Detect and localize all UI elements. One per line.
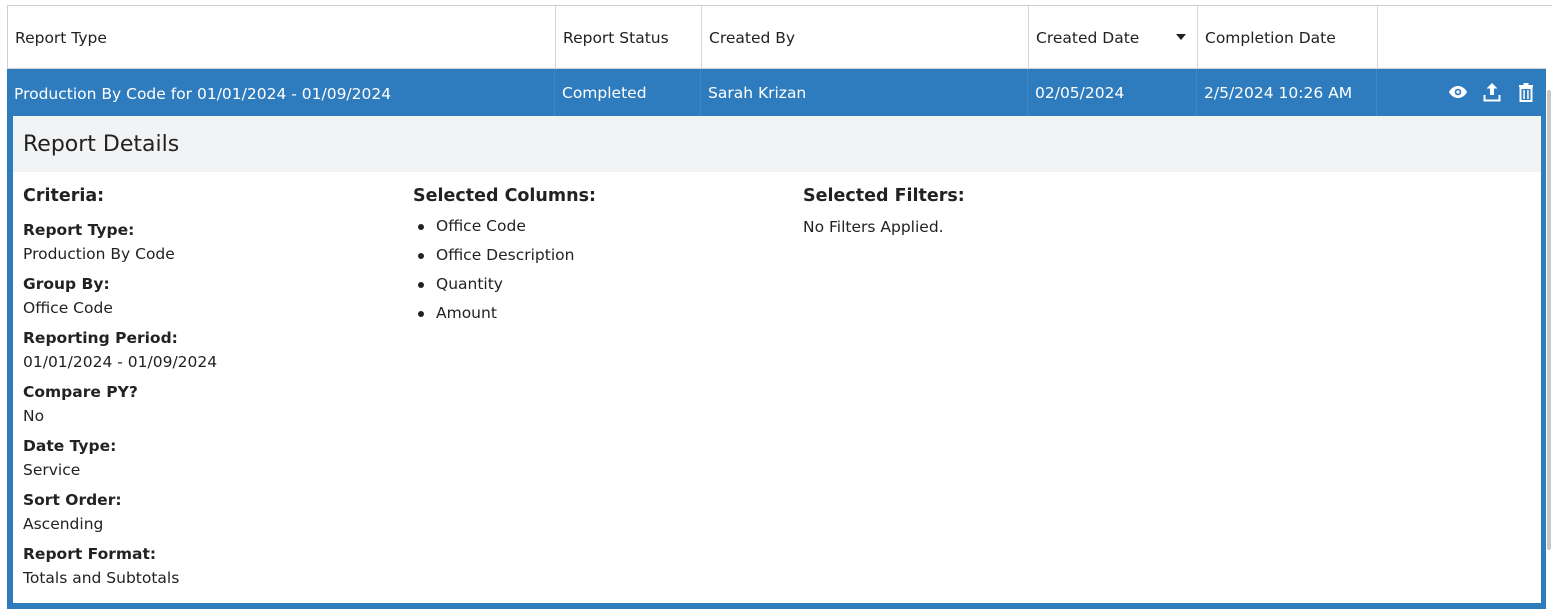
cell-text: 2/5/2024 10:26 AM [1204,83,1353,102]
cell-text: Completed [562,83,647,102]
criteria-label: Compare PY? [23,383,138,401]
cell-created-by: Sarah Krizan [701,69,1028,116]
selected-filters-title: Selected Filters: [803,186,965,206]
grid-header: Report Type Report Status Created By Cre… [7,5,1552,69]
view-button[interactable] [1447,81,1469,103]
criteria-label: Group By: [23,275,110,293]
criteria-section: Criteria: Report Type: Production By Cod… [23,186,217,596]
criteria-value: Production By Code [23,245,175,263]
column-header-label: Report Type [15,28,107,47]
column-header-created-date[interactable]: Created Date [1029,6,1198,69]
column-header-label: Created Date [1036,28,1140,47]
criteria-label: Date Type: [23,437,117,455]
row-actions [1447,81,1537,103]
criteria-label: Sort Order: [23,491,122,509]
cell-text: Production By Code for 01/01/2024 - 01/0… [14,85,392,103]
cell-report-status: Completed [555,69,701,116]
report-details-title: Report Details [13,116,1541,172]
criteria-label: Reporting Period: [23,329,178,347]
cell-created-date: 02/05/2024 [1028,69,1197,116]
eye-icon [1449,86,1467,98]
cell-text: 02/05/2024 [1035,83,1125,102]
export-button[interactable] [1481,81,1503,103]
column-header-report-status[interactable]: Report Status [556,6,702,69]
criteria-label: Report Type: [23,221,135,239]
scrollbar-thumb[interactable] [1547,90,1551,550]
selected-filters-section: Selected Filters: No Filters Applied. [803,186,965,236]
column-header-report-type[interactable]: Report Type [8,6,556,69]
criteria-value: 01/01/2024 - 01/09/2024 [23,353,218,371]
column-header-label: Completion Date [1205,28,1336,47]
list-item: Quantity [413,270,596,299]
criteria-value: Ascending [23,515,104,533]
table-row-selected[interactable]: Production By Code for 01/01/2024 - 01/0… [7,69,1547,116]
column-header-actions [1378,6,1552,69]
column-header-label: Created By [709,28,796,47]
filters-empty-text: No Filters Applied. [803,218,944,236]
criteria-value: Totals and Subtotals [23,569,180,587]
cell-report-type: Production By Code for 01/01/2024 - 01/0… [7,69,555,116]
delete-button[interactable] [1515,81,1537,103]
sort-descending-icon[interactable] [1176,34,1186,40]
cell-text: Sarah Krizan [708,83,807,102]
list-item: Office Code [413,212,596,241]
criteria-value: No [23,407,45,425]
criteria-value: Service [23,461,81,479]
column-header-created-by[interactable]: Created By [702,6,1029,69]
criteria-value: Office Code [23,299,113,317]
list-item: Amount [413,299,596,328]
column-header-label: Report Status [563,28,669,47]
selected-columns-title: Selected Columns: [413,186,596,206]
criteria-list: Report Type: Production By Code Group By… [23,218,217,590]
criteria-title: Criteria: [23,186,105,206]
trash-icon [1519,83,1533,102]
selected-columns-section: Selected Columns: Office Code Office Des… [413,186,596,328]
upload-icon [1483,83,1501,102]
reports-grid: Report Type Report Status Created By Cre… [7,5,1552,609]
list-item: Office Description [413,241,596,270]
selected-columns-list: Office Code Office Description Quantity … [413,212,596,328]
criteria-label: Report Format: [23,545,157,563]
cell-completion-date: 2/5/2024 10:26 AM [1197,69,1377,116]
report-details-panel: Report Details Criteria: Report Type: Pr… [7,116,1547,609]
column-header-completion-date[interactable]: Completion Date [1198,6,1378,69]
